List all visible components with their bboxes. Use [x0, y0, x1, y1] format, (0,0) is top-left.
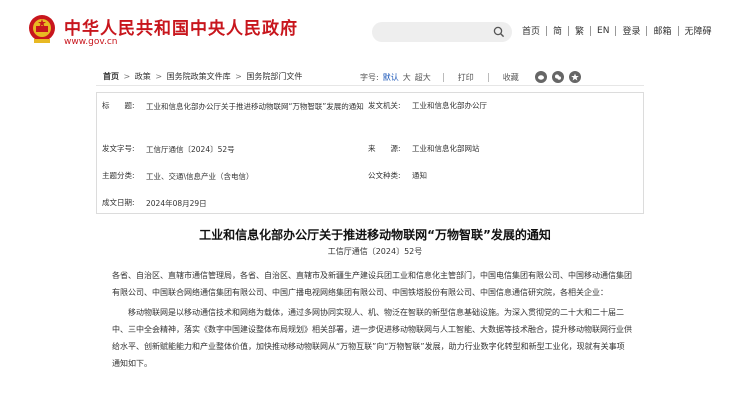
- breadcrumb-policy[interactable]: 政策: [135, 72, 151, 81]
- breadcrumb-separator: >: [155, 72, 163, 81]
- print-button[interactable]: 打印: [458, 72, 474, 83]
- meta-type-label: 公文种类:: [368, 171, 401, 180]
- share-buttons: [534, 71, 581, 83]
- breadcrumb-home[interactable]: 首页: [103, 72, 119, 81]
- font-size-label: 字号:: [360, 72, 379, 82]
- search-box[interactable]: [372, 22, 512, 42]
- qzone-icon[interactable]: [568, 71, 581, 83]
- meta-source-label: 来 源:: [368, 144, 401, 153]
- divider: [487, 72, 489, 82]
- meta-date-value: 2024年08月29日: [146, 199, 207, 208]
- breadcrumb-department-docs[interactable]: 国务院部门文件: [246, 72, 302, 81]
- site-url: www.gov.cn: [64, 37, 118, 47]
- nav-login[interactable]: 登录: [616, 24, 646, 37]
- site-header: 中华人民共和国中央人民政府 www.gov.cn 首页 简 繁 EN 登录 邮箱…: [0, 0, 750, 62]
- document-metadata-table: 标 题: 工业和信息化部办公厅关于推进移动物联网“万物智联”发展的通知 发文机关…: [96, 92, 644, 214]
- meta-docno-value: 工信厅通信〔2024〕52号: [146, 145, 235, 154]
- meta-title-value: 工业和信息化部办公厅关于推进移动物联网“万物智联”发展的通知: [146, 102, 364, 111]
- divider: [442, 72, 444, 82]
- weibo-icon[interactable]: [534, 71, 547, 83]
- nav-simplified[interactable]: 简: [547, 24, 568, 37]
- document-salutation: 各省、自治区、直辖市通信管理局，各省、自治区、直辖市及新疆生产建设兵团工业和信息…: [112, 271, 632, 297]
- nav-mail[interactable]: 邮箱: [647, 24, 677, 37]
- meta-issuer-value: 工业和信息化部办公厅: [412, 101, 487, 110]
- font-size-default[interactable]: 默认: [383, 72, 399, 83]
- nav-home[interactable]: 首页: [516, 24, 546, 37]
- nav-traditional[interactable]: 繁: [569, 24, 590, 37]
- document-body: 各省、自治区、直辖市通信管理局，各省、自治区、直辖市及新疆生产建设兵团工业和信息…: [112, 267, 632, 375]
- meta-title-label: 标 题:: [102, 101, 135, 110]
- search-icon[interactable]: [493, 26, 505, 38]
- meta-date-label: 成文日期:: [102, 198, 135, 207]
- nav-english[interactable]: EN: [591, 26, 615, 36]
- breadcrumb-separator: >: [235, 72, 242, 81]
- favorite-button[interactable]: 收藏: [503, 72, 519, 83]
- breadcrumb-policy-library[interactable]: 国务院政策文件库: [167, 72, 231, 81]
- font-size-xlarge[interactable]: 超大: [415, 72, 431, 83]
- breadcrumb-separator: >: [123, 72, 131, 81]
- breadcrumb-bar: 首页 > 政策 > 国务院政策文件库 > 国务院部门文件 字号: 默认 大 超大…: [96, 66, 644, 86]
- top-nav: 首页 简 繁 EN 登录 邮箱 无障碍: [516, 24, 718, 37]
- breadcrumb: 首页 > 政策 > 国务院政策文件库 > 国务院部门文件: [103, 71, 302, 82]
- meta-issuer-label: 发文机关:: [368, 101, 401, 110]
- meta-docno-label: 发文字号:: [102, 144, 135, 153]
- site-title[interactable]: 中华人民共和国中央人民政府: [64, 14, 298, 39]
- document-number: 工信厅通信〔2024〕52号: [327, 247, 423, 256]
- font-size-large[interactable]: 大: [403, 72, 411, 83]
- nav-accessibility[interactable]: 无障碍: [679, 24, 718, 37]
- meta-topic-label: 主题分类:: [102, 171, 135, 180]
- national-emblem-icon[interactable]: [28, 14, 56, 44]
- document-title: 工业和信息化部办公厅关于推进移动物联网“万物智联”发展的通知: [199, 228, 551, 242]
- document-paragraph: 移动物联网是以移动通信技术和网络为载体，通过多网协同实现人、机、物泛在智联的新型…: [112, 308, 632, 368]
- meta-type-value: 通知: [412, 171, 427, 180]
- meta-topic-value: 工业、交通\信息产业（含电信）: [146, 172, 254, 181]
- page-tools: 字号: 默认 大 超大 打印 收藏: [360, 71, 581, 83]
- meta-source-value: 工业和信息化部网站: [412, 144, 480, 153]
- search-input[interactable]: [382, 25, 488, 39]
- wechat-icon[interactable]: [551, 71, 564, 83]
